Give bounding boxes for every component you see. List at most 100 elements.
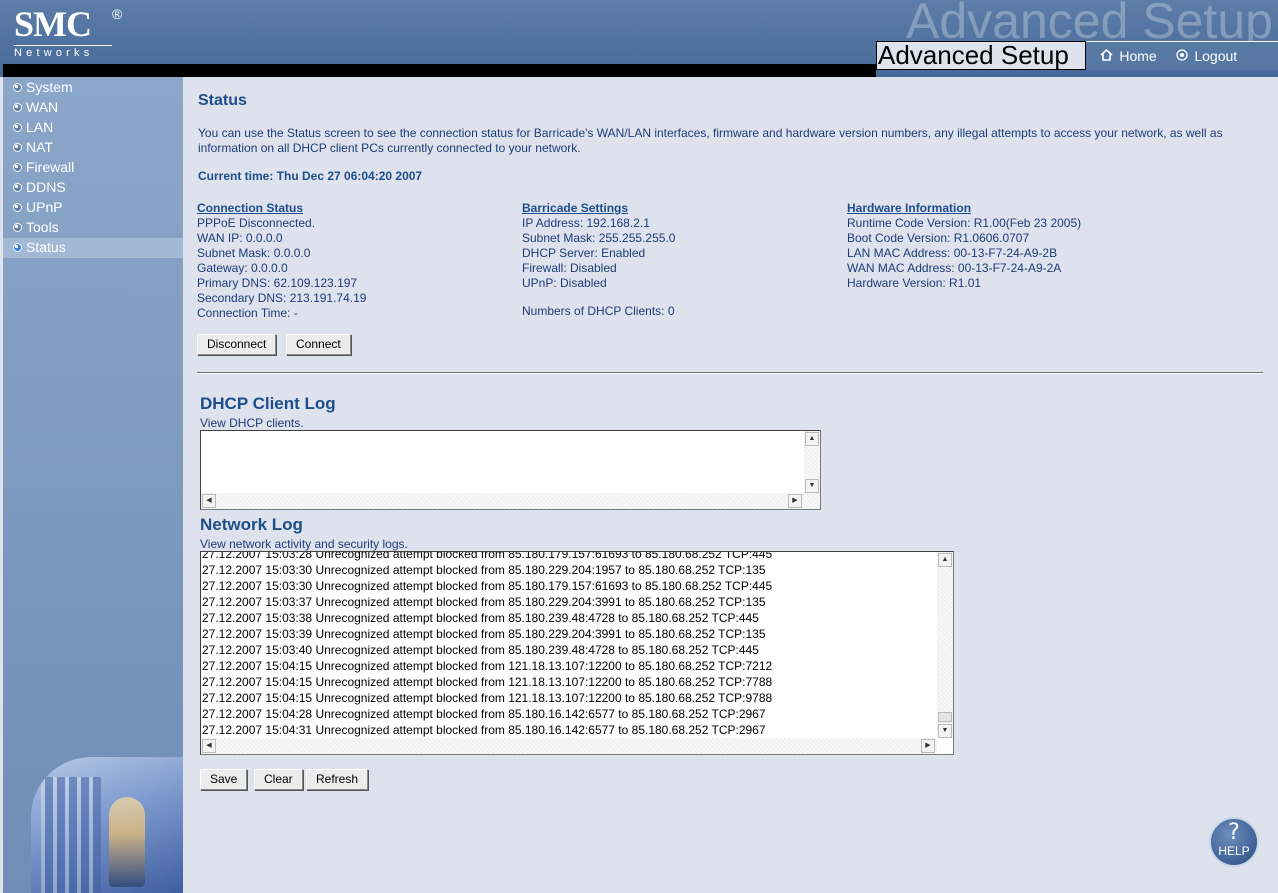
sidebar-item-label: Firewall xyxy=(26,159,75,175)
barricade-line: Firewall: Disabled xyxy=(522,261,617,275)
sidebar-item-ddns[interactable]: DDNS xyxy=(3,178,183,198)
log-entry: 27.12.2007 15:03:30 Unrecognized attempt… xyxy=(202,579,773,593)
vertical-scrollbar[interactable]: ▲ ▼ xyxy=(937,552,953,738)
sidebar-item-tools[interactable]: Tools xyxy=(3,218,183,238)
hardware-line: WAN MAC Address: 00-13-F7-24-A9-2A xyxy=(847,261,1062,275)
scroll-right-icon[interactable]: ▶ xyxy=(921,739,935,753)
connection-line: Subnet Mask: 0.0.0.0 xyxy=(197,246,311,260)
sidebar-item-label: UPnP xyxy=(26,199,63,215)
help-label: HELP xyxy=(1218,844,1250,858)
dhcp-client-count: Numbers of DHCP Clients: 0 xyxy=(522,304,675,318)
sidebar-item-lan[interactable]: LAN xyxy=(3,118,183,138)
bullet-icon xyxy=(13,163,22,172)
sidebar: System WAN LAN NAT Firewall DDNS UPnP To… xyxy=(3,77,183,893)
logout-label: Logout xyxy=(1194,48,1238,64)
sidebar-item-wan[interactable]: WAN xyxy=(3,98,183,118)
log-entry: 27.12.2007 15:04:28 Unrecognized attempt… xyxy=(202,707,766,721)
power-icon xyxy=(1176,49,1191,64)
sidebar-item-nat[interactable]: NAT xyxy=(3,138,183,158)
header-banner: SMC ® Networks Advanced Setup Advanced S… xyxy=(0,0,1278,77)
hardware-line: LAN MAC Address: 00-13-F7-24-A9-2B xyxy=(847,246,1058,260)
sidebar-item-label: DDNS xyxy=(26,179,66,195)
disconnect-button[interactable]: Disconnect xyxy=(197,334,277,355)
header-black-bar xyxy=(3,64,876,77)
dhcp-log-subtitle: View DHCP clients. xyxy=(200,416,304,430)
save-button[interactable]: Save xyxy=(200,769,248,790)
bullet-icon xyxy=(13,143,22,152)
bullet-icon xyxy=(13,183,22,192)
scroll-up-icon[interactable]: ▲ xyxy=(938,553,952,567)
scroll-right-icon[interactable]: ▶ xyxy=(788,494,802,508)
question-icon: ? xyxy=(1228,820,1240,845)
hardware-line: Runtime Code Version: R1.00(Feb 23 2005) xyxy=(847,216,1082,230)
clear-button[interactable]: Clear xyxy=(254,769,303,790)
logout-link[interactable]: Logout xyxy=(1176,48,1237,64)
network-log-entries: 27.12.2007 15:03:28 Unrecognized attempt… xyxy=(202,552,773,738)
connection-status-panel: Connection Status PPPoE Disconnected. WA… xyxy=(197,201,366,321)
vertical-scrollbar[interactable]: ▲ ▼ xyxy=(804,431,820,493)
section-divider xyxy=(197,372,1263,374)
logo-tagline: Networks xyxy=(14,45,112,59)
sidebar-item-firewall[interactable]: Firewall xyxy=(3,158,183,178)
barricade-line: IP Address: 192.168.2.1 xyxy=(522,216,650,230)
home-label: Home xyxy=(1119,48,1157,64)
current-time: Current time: Thu Dec 27 06:04:20 2007 xyxy=(198,169,423,183)
scroll-up-icon[interactable]: ▲ xyxy=(805,432,819,446)
refresh-button[interactable]: Refresh xyxy=(306,769,369,790)
network-log-box[interactable]: 27.12.2007 15:03:28 Unrecognized attempt… xyxy=(200,551,954,755)
hardware-line: Hardware Version: R1.01 xyxy=(847,276,982,290)
scroll-left-icon[interactable]: ◀ xyxy=(202,739,216,753)
bullet-icon xyxy=(13,103,22,112)
sidebar-item-system[interactable]: System xyxy=(3,78,183,98)
dhcp-log-box[interactable]: ▲ ▼ ◀ ▶ xyxy=(200,430,821,510)
connection-line: Connection Time: - xyxy=(197,306,298,320)
top-nav: Home Logout xyxy=(1086,41,1278,70)
sidebar-item-status[interactable]: Status xyxy=(3,238,183,258)
sidebar-nav: System WAN LAN NAT Firewall DDNS UPnP To… xyxy=(3,77,183,258)
section-title: Status xyxy=(198,92,247,109)
scroll-thumb[interactable] xyxy=(938,712,952,722)
smc-logo: SMC xyxy=(14,4,92,44)
sidebar-item-upnp[interactable]: UPnP xyxy=(3,198,183,218)
bullet-icon xyxy=(13,243,22,252)
log-entry: 27.12.2007 15:04:15 Unrecognized attempt… xyxy=(202,675,773,689)
log-entry: 27.12.2007 15:03:40 Unrecognized attempt… xyxy=(202,643,759,657)
sidebar-item-label: Status xyxy=(26,239,66,255)
connection-status-heading: Connection Status xyxy=(197,201,304,215)
log-entry: 27.12.2007 15:03:37 Unrecognized attempt… xyxy=(202,595,766,609)
scroll-down-icon[interactable]: ▼ xyxy=(805,479,819,493)
hardware-info-panel: Hardware Information Runtime Code Versio… xyxy=(847,201,1081,291)
connection-line: PPPoE Disconnected. xyxy=(197,216,316,230)
sidebar-item-label: System xyxy=(26,79,73,95)
scroll-down-icon[interactable]: ▼ xyxy=(938,724,952,738)
connect-button[interactable]: Connect xyxy=(286,334,351,355)
main-content: Status You can use the Status screen to … xyxy=(183,77,1278,893)
connection-line: Primary DNS: 62.109.123.197 xyxy=(197,276,358,290)
bullet-icon xyxy=(13,223,22,232)
log-entry: 27.12.2007 15:03:38 Unrecognized attempt… xyxy=(202,611,759,625)
log-entry: 27.12.2007 15:04:31 Unrecognized attempt… xyxy=(202,723,766,737)
sidebar-item-label: LAN xyxy=(26,119,54,135)
house-icon xyxy=(1100,48,1116,64)
home-link[interactable]: Home xyxy=(1100,48,1157,64)
sidebar-item-label: Tools xyxy=(26,219,59,235)
barricade-line: DHCP Server: Enabled xyxy=(522,246,646,260)
sidebar-item-label: NAT xyxy=(26,139,53,155)
log-entry: 27.12.2007 15:04:15 Unrecognized attempt… xyxy=(202,659,773,673)
network-log-subtitle: View network activity and security logs. xyxy=(200,537,408,551)
log-entry: 27.12.2007 15:03:30 Unrecognized attempt… xyxy=(202,563,766,577)
horizontal-scrollbar[interactable]: ◀ ▶ xyxy=(201,493,820,509)
help-button[interactable]: ? HELP xyxy=(1209,817,1259,867)
registered-mark: ® xyxy=(112,6,123,22)
barricade-settings-panel: Barricade Settings IP Address: 192.168.2… xyxy=(522,201,675,319)
log-entry: 27.12.2007 15:03:39 Unrecognized attempt… xyxy=(202,627,766,641)
dhcp-log-title: DHCP Client Log xyxy=(200,394,336,413)
scroll-left-icon[interactable]: ◀ xyxy=(202,494,216,508)
horizontal-scrollbar[interactable]: ◀ ▶ xyxy=(201,738,937,754)
connection-line: Gateway: 0.0.0.0 xyxy=(197,261,288,275)
hardware-info-heading: Hardware Information xyxy=(847,201,972,215)
bullet-icon xyxy=(13,123,22,132)
barricade-line: Subnet Mask: 255.255.255.0 xyxy=(522,231,676,245)
sidebar-photo xyxy=(31,757,183,893)
status-description: You can use the Status screen to see the… xyxy=(198,126,1223,155)
